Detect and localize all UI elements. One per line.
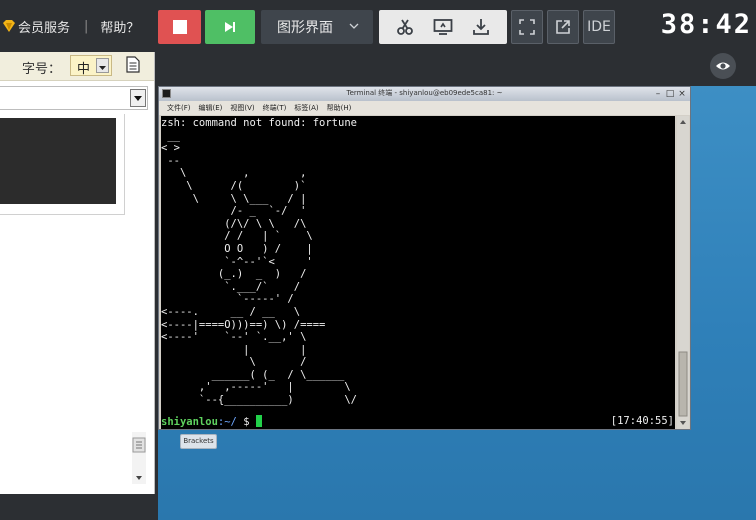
help-link[interactable]: 帮助？ <box>100 17 139 36</box>
tools-group <box>379 10 507 44</box>
panel-dropdown[interactable] <box>0 86 148 110</box>
terminal-titlebar[interactable]: Terminal 终端 - shiyanlou@eb09ede5ca81: ~ … <box>159 87 690 101</box>
terminal-title: Terminal 终端 - shiyanlou@eb09ede5ca81: ~ <box>346 89 503 97</box>
panel-toolbar: 字号： 中 <box>0 52 154 81</box>
prompt-path: :~/ <box>217 416 237 428</box>
header-separator: | <box>84 18 89 34</box>
document-icon[interactable] <box>126 56 140 73</box>
desktop-top-strip <box>158 52 756 86</box>
header-links: 会员服务 | 帮助？ <box>0 0 139 52</box>
interface-mode-label: 图形界面 <box>277 20 333 36</box>
preview-area <box>0 118 116 204</box>
minimize-icon[interactable]: – <box>653 89 663 99</box>
menu-tabs[interactable]: 标签(A) <box>294 103 318 113</box>
session-timer: 38:42 <box>660 9 752 40</box>
top-toolbar: 会员服务 | 帮助？ 图形界面 IDE 38:42 <box>0 0 756 52</box>
caret-down-icon <box>134 96 142 101</box>
eye-icon <box>716 62 730 70</box>
popout-icon <box>556 20 570 34</box>
prompt-user: shiyanlou <box>161 416 218 428</box>
prompt-clock: [17:40:55] <box>610 415 674 427</box>
interface-mode-dropdown[interactable]: 图形界面 <box>261 10 373 44</box>
stop-icon <box>172 20 187 34</box>
panel-scrollbar[interactable] <box>132 432 146 484</box>
terminal-scrollbar[interactable] <box>677 116 689 429</box>
scissors-icon[interactable] <box>396 18 414 36</box>
font-size-label: 字号： <box>22 62 62 77</box>
view-toggle-button[interactable] <box>710 53 736 79</box>
vip-diamond-icon <box>3 20 15 32</box>
shell-prompt: shiyanlou:~/ $ <box>161 415 262 428</box>
panel-dropdown-arrow[interactable] <box>130 89 146 107</box>
maximize-icon[interactable]: □ <box>665 89 675 99</box>
menu-edit[interactable]: 编辑(E) <box>199 103 223 113</box>
ide-button[interactable]: IDE <box>583 10 615 44</box>
menu-file[interactable]: 文件(F) <box>167 103 191 113</box>
download-icon[interactable] <box>472 18 490 36</box>
terminal-screen[interactable]: zsh: command not found: fortune __ < > -… <box>161 116 675 429</box>
stop-button[interactable] <box>158 10 201 44</box>
popout-button[interactable] <box>547 10 579 44</box>
close-icon[interactable]: × <box>677 89 687 99</box>
screen-share-icon[interactable] <box>433 18 453 36</box>
brackets-tooltip: Brackets <box>180 434 217 449</box>
terminal-window[interactable]: Terminal 终端 - shiyanlou@eb09ede5ca81: ~ … <box>158 86 691 430</box>
run-icon <box>225 22 235 32</box>
fullscreen-button[interactable] <box>511 10 543 44</box>
fullscreen-icon <box>519 19 535 35</box>
menu-help[interactable]: 帮助(H) <box>327 103 352 113</box>
left-panel: 字号： 中 <box>0 52 155 494</box>
prompt-symbol: $ <box>236 416 256 428</box>
menu-terminal[interactable]: 终端(T) <box>263 103 287 113</box>
chevron-down-icon <box>349 23 359 29</box>
run-button[interactable] <box>205 10 255 44</box>
caret-down-icon <box>99 66 106 70</box>
vip-service-link[interactable]: 会员服务 <box>18 17 70 36</box>
terminal-menubar: 文件(F) 编辑(E) 视图(V) 终端(T) 标签(A) 帮助(H) <box>159 101 690 115</box>
font-size-select[interactable]: 中 <box>70 55 112 77</box>
font-size-dropdown-arrow[interactable] <box>96 58 109 73</box>
left-panel-footer <box>0 494 158 520</box>
font-size-value: 中 <box>77 62 91 77</box>
terminal-output: zsh: command not found: fortune __ < > -… <box>161 117 357 407</box>
terminal-cursor <box>255 415 262 427</box>
menu-view[interactable]: 视图(V) <box>230 103 254 113</box>
